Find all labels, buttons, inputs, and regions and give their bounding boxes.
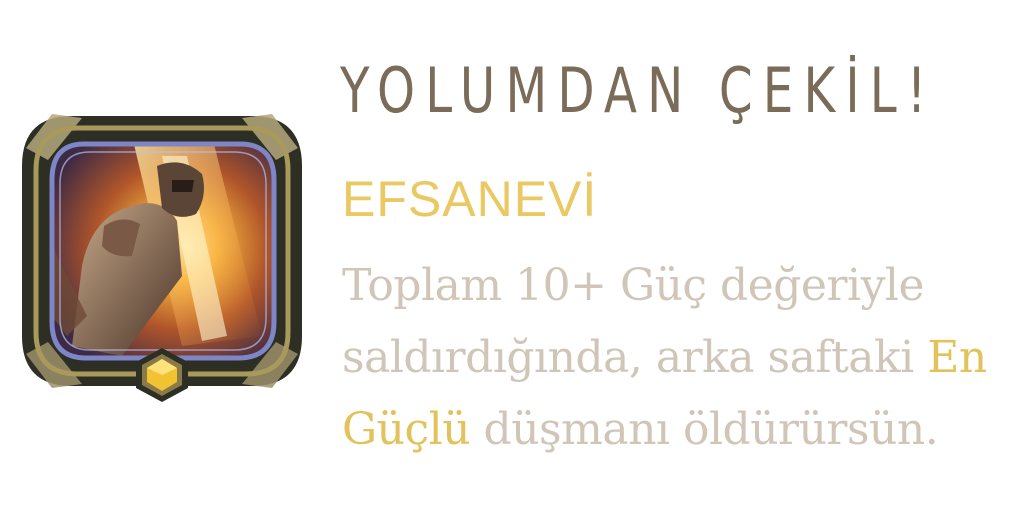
card-title: YOLUMDAN ÇEKİL!	[340, 54, 937, 127]
card-description: Toplam 10+ Güç değeriyle saldırdığında, …	[342, 250, 1022, 466]
keyword-strongest-cont: Güçlü	[342, 404, 471, 455]
description-text: düşmanı öldürürsün.	[470, 404, 939, 455]
description-line-1: Toplam 10+ Güç değeriyle	[342, 260, 925, 311]
keyword-strongest: En	[927, 332, 987, 383]
description-line-2: saldırdığında, arka saftaki En	[342, 322, 1022, 394]
card-art-badge	[12, 96, 312, 406]
description-line-3: Güçlü düşmanı öldürürsün.	[342, 394, 1022, 466]
champion-portrait-icon	[22, 114, 302, 402]
rarity-label: EFSANEVİ	[342, 171, 598, 227]
description-text: saldırdığında, arka saftaki	[342, 332, 928, 383]
